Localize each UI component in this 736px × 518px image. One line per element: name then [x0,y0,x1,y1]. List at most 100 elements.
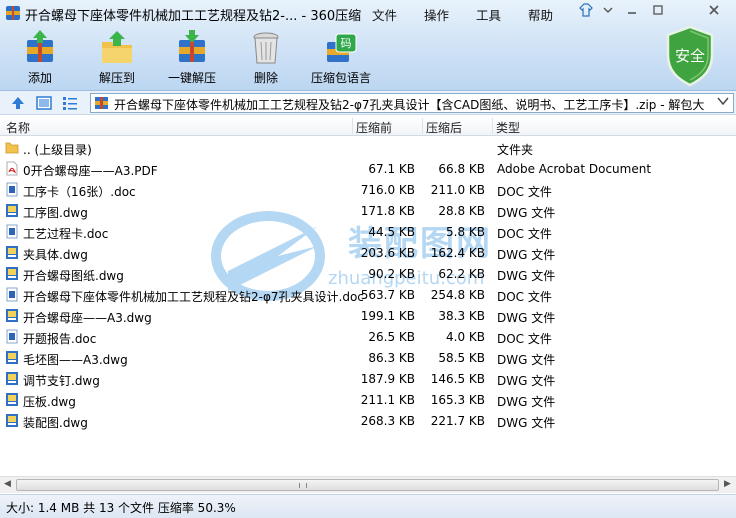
file-row[interactable]: 开合螺母座——A3.dwg 199.1 KB 38.3 KB DWG 文件 [0,305,736,326]
extract-to-button[interactable]: 解压到 [92,30,142,88]
one-click-extract-button[interactable]: 一键解压 [164,30,220,88]
dwg-file-icon [5,266,19,281]
menu-help[interactable]: 帮助 [528,5,553,24]
file-type: DOC 文件 [497,185,552,199]
file-row[interactable]: 开合螺母下座体零件机械加工工艺规程及钻2-φ7孔夹具设计.doc 563.7 K… [0,284,736,305]
zip-archive-icon [95,97,108,109]
add-label: 添加 [27,71,52,85]
file-original-size: 165.3 KB [430,393,485,407]
file-original-size: 162.4 KB [430,246,485,260]
scroll-left-icon[interactable]: ◀ [4,479,11,489]
extract-to-label: 解压到 [98,71,135,85]
file-name: 夹具体.dwg [23,248,88,262]
file-name: .. (上级目录) [23,143,92,157]
folder-icon [5,140,19,155]
file-original-size: 28.8 KB [438,204,485,218]
column-original[interactable]: 压缩后 [426,119,462,136]
address-row: 开合螺母下座体零件机械加工工艺规程及钻2-φ7孔夹具设计【含CAD图纸、说明书、… [0,91,736,115]
dropdown-menu-icon[interactable] [598,3,618,21]
file-compressed-size: 67.1 KB [368,162,415,176]
file-name: 毛坯图——A3.dwg [23,353,128,367]
file-row[interactable]: 工序卡（16张）.doc 716.0 KB 211.0 KB DOC 文件 [0,179,736,200]
file-row[interactable]: 开题报告.doc 26.5 KB 4.0 KB DOC 文件 [0,326,736,347]
file-row[interactable]: .. (上级目录) 文件夹 [0,137,736,158]
list-view-icon[interactable] [62,95,78,111]
close-icon[interactable] [704,3,724,21]
file-row[interactable]: 工艺过程卡.doc 44.5 KB 5.8 KB DOC 文件 [0,221,736,242]
doc-file-icon [5,224,19,239]
doc-file-icon [5,329,19,344]
address-dropdown-icon[interactable] [717,95,729,110]
file-type: DOC 文件 [497,290,552,304]
minimize-icon[interactable] [622,3,642,21]
file-compressed-size: 86.3 KB [368,351,415,365]
file-type: Adobe Acrobat Document [497,162,652,176]
status-bar: 大小: 1.4 MB 共 13 个文件 压缩率 50.3% [0,494,736,518]
file-row[interactable]: 装配图.dwg 268.3 KB 221.7 KB DWG 文件 [0,410,736,431]
menu-file[interactable]: 文件 [372,5,397,24]
top-area: 开合螺母下座体零件机械加工工艺规程及钻2-... - 360压缩 文件 操作 工… [0,0,736,91]
file-name: 开合螺母座——A3.dwg [23,311,152,325]
pdf-file-icon [5,161,19,176]
file-original-size: 221.7 KB [430,414,485,428]
column-separator[interactable] [492,118,493,134]
address-path: 开合螺母下座体零件机械加工工艺规程及钻2-φ7孔夹具设计【含CAD图纸、说明书、… [114,98,704,112]
file-original-size: 254.8 KB [430,288,485,302]
column-compressed[interactable]: 压缩前 [356,119,392,136]
language-icon: 码 [324,30,358,66]
file-compressed-size: 716.0 KB [360,183,415,197]
security-shield-button[interactable]: 安全 [664,25,716,87]
file-row[interactable]: 工序图.dwg 171.8 KB 28.8 KB DWG 文件 [0,200,736,221]
menu-tools[interactable]: 工具 [476,5,501,24]
file-type: DOC 文件 [497,332,552,346]
file-name: 开题报告.doc [23,332,97,346]
dwg-file-icon [5,203,19,218]
up-arrow-icon[interactable] [10,95,26,111]
maximize-icon[interactable] [648,3,668,21]
dwg-file-icon [5,308,19,323]
file-compressed-size: 563.7 KB [360,288,415,302]
address-bar[interactable]: 开合螺母下座体零件机械加工工艺规程及钻2-φ7孔夹具设计【含CAD图纸、说明书、… [90,93,734,113]
file-row[interactable]: 夹具体.dwg 203.6 KB 162.4 KB DWG 文件 [0,242,736,263]
column-separator[interactable] [352,118,353,134]
dwg-file-icon [5,371,19,386]
file-compressed-size: 211.1 KB [360,393,415,407]
column-type[interactable]: 类型 [496,119,520,136]
file-compressed-size: 199.1 KB [360,309,415,323]
archive-language-button[interactable]: 码 压缩包语言 [308,30,374,88]
menu-operation[interactable]: 操作 [424,5,449,24]
doc-file-icon [5,287,19,302]
delete-button[interactable]: 删除 [244,30,288,88]
file-row[interactable]: 毛坯图——A3.dwg 86.3 KB 58.5 KB DWG 文件 [0,347,736,368]
extract-folder-icon [100,30,134,66]
column-separator[interactable] [422,118,423,134]
file-name: 压板.dwg [23,395,76,409]
file-row[interactable]: 调节支钉.dwg 187.9 KB 146.5 KB DWG 文件 [0,368,736,389]
file-compressed-size: 171.8 KB [360,204,415,218]
window-title: 开合螺母下座体零件机械加工工艺规程及钻2-... - 360压缩 [25,9,362,24]
file-compressed-size: 187.9 KB [360,372,415,386]
file-original-size: 58.5 KB [438,351,485,365]
skin-icon[interactable] [576,3,596,21]
dwg-file-icon [5,413,19,428]
file-original-size: 4.0 KB [446,330,485,344]
file-row[interactable]: 压板.dwg 211.1 KB 165.3 KB DWG 文件 [0,389,736,410]
file-name: 工序卡（16张）.doc [23,185,136,199]
language-badge: 码 [341,37,352,50]
file-row[interactable]: 开合螺母图纸.dwg 90.2 KB 62.2 KB DWG 文件 [0,263,736,284]
scrollbar-thumb[interactable] [16,479,719,491]
file-name: 0开合螺母座——A3.PDF [23,164,158,178]
column-name[interactable]: 名称 [6,119,30,136]
scroll-right-icon[interactable]: ▶ [724,479,731,489]
file-type: DWG 文件 [497,374,556,388]
file-type: DWG 文件 [497,416,556,430]
horizontal-scrollbar[interactable]: ◀ ▶ [0,476,736,493]
dwg-file-icon [5,350,19,365]
dwg-file-icon [5,245,19,260]
file-row[interactable]: 0开合螺母座——A3.PDF 67.1 KB 66.8 KB Adobe Acr… [0,158,736,179]
thumbnail-view-icon[interactable] [36,95,52,111]
file-original-size: 62.2 KB [438,267,485,281]
add-button[interactable]: 添加 [18,30,62,88]
file-name: 工艺过程卡.doc [23,227,109,241]
security-label: 安全 [675,47,705,65]
